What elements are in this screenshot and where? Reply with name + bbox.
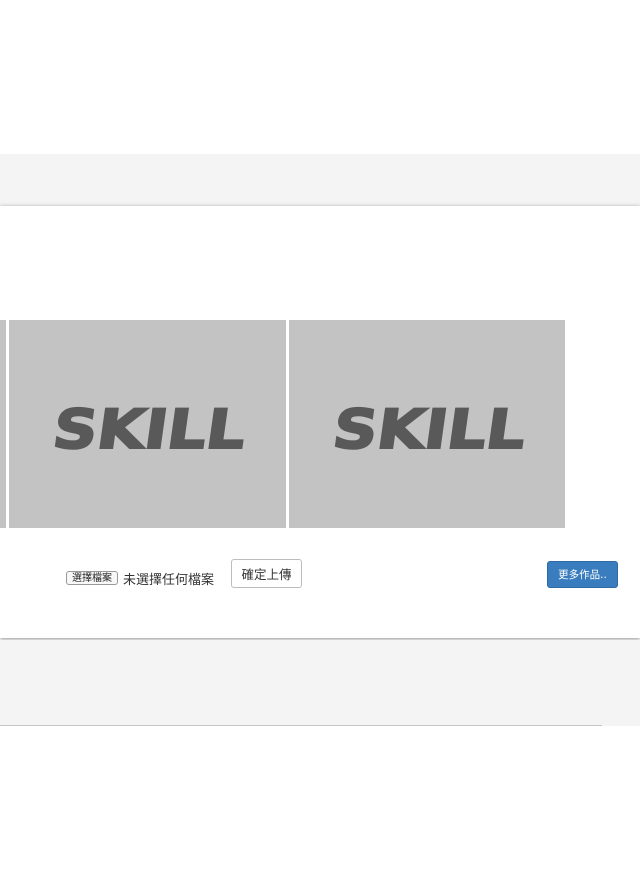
top-band [0,154,640,206]
gallery-thumbnail-2[interactable]: SKILL [289,320,565,528]
bottom-band [0,640,640,726]
thumbnail-word: SKILL [329,398,530,461]
gallery-card: SKILL SKILL 選擇檔案 未選擇任何檔案 確定上傳 更多作品.. [0,206,640,638]
choose-file-button[interactable]: 選擇檔案 [66,571,118,585]
divider-line [0,725,602,726]
thumbnail-image [0,320,6,528]
file-status-text: 未選擇任何檔案 [123,572,215,588]
confirm-upload-button[interactable]: 確定上傳 [231,559,302,588]
thumbnail-image: SKILL [48,397,251,462]
gallery-thumbnail-1[interactable]: SKILL [9,320,286,528]
gallery-thumbnail-0[interactable] [0,320,6,528]
more-works-button[interactable]: 更多作品.. [547,561,618,588]
thumbnail-image: SKILL [328,397,531,462]
thumbnail-word: SKILL [49,398,250,461]
file-upload: 選擇檔案 未選擇任何檔案 [66,571,215,588]
